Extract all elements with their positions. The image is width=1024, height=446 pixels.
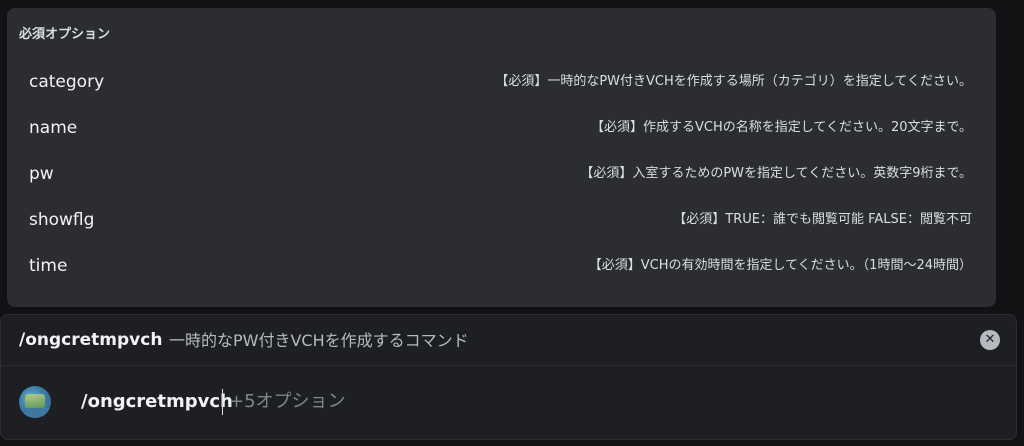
slash-command-bar: /ongcretmpvch 一時的なPW付きVCHを作成するコマンド ✕ /on… <box>0 314 1017 440</box>
text-caret <box>222 389 223 415</box>
command-name: /ongcretmpvch <box>19 330 163 350</box>
option-description: 【必須】VCHの有効時間を指定してください。（1時間〜24時間） <box>588 258 972 273</box>
bot-avatar <box>19 386 51 418</box>
option-description: 【必須】作成するVCHの名称を指定してください。20文字まで。 <box>591 120 972 135</box>
close-circle-icon[interactable]: ✕ <box>980 330 1000 350</box>
option-name: category <box>29 72 105 92</box>
option-time[interactable]: time 【必須】VCHの有効時間を指定してください。（1時間〜24時間） <box>15 244 988 290</box>
option-description: 【必須】入室するためのPWを指定してください。英数字9桁まで。 <box>580 166 972 181</box>
message-input[interactable]: /ongcretmpvch +5オプション <box>1 366 1016 440</box>
command-description: 一時的なPW付きVCHを作成するコマンド <box>169 331 469 350</box>
option-name: pw <box>29 164 54 184</box>
option-description: 【必須】一時的なPW付きVCHを作成する場所（カテゴリ）を指定してください。 <box>495 74 972 89</box>
options-hint: +5オプション <box>229 391 346 412</box>
option-name-field[interactable]: name 【必須】作成するVCHの名称を指定してください。20文字まで。 <box>15 106 988 152</box>
option-showflg[interactable]: showflg 【必須】TRUE：誰でも閲覧可能 FALSE：閲覧不可 <box>15 198 988 244</box>
option-name: time <box>29 256 68 276</box>
required-options-popup: 必須オプション category 【必須】一時的なPW付きVCHを作成する場所（… <box>7 8 996 307</box>
input-command-text: /ongcretmpvch <box>81 391 233 412</box>
option-category[interactable]: category 【必須】一時的なPW付きVCHを作成する場所（カテゴリ）を指定… <box>15 60 988 106</box>
required-options-heading: 必須オプション <box>19 27 111 42</box>
option-name: showflg <box>29 210 95 230</box>
option-description: 【必須】TRUE：誰でも閲覧可能 FALSE：閲覧不可 <box>673 212 972 227</box>
command-header: /ongcretmpvch 一時的なPW付きVCHを作成するコマンド ✕ <box>1 315 1016 366</box>
option-name: name <box>29 118 78 138</box>
option-pw[interactable]: pw 【必須】入室するためのPWを指定してください。英数字9桁まで。 <box>15 152 988 198</box>
